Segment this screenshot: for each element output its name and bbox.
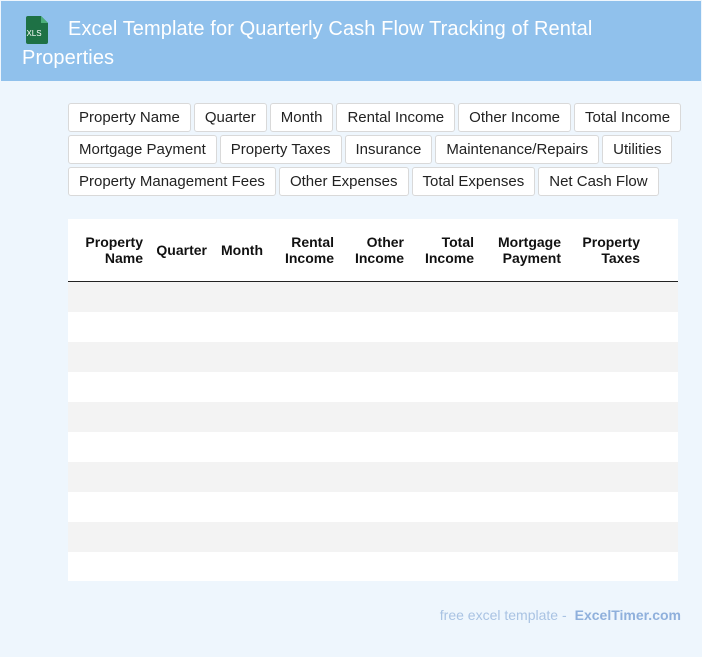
column-tag[interactable]: Other Income	[458, 103, 572, 132]
column-header: Other Income	[355, 234, 404, 266]
table-row[interactable]	[68, 462, 678, 492]
column-header-line: Name	[104, 250, 143, 266]
table-row[interactable]	[68, 282, 678, 312]
page-header: XLS Excel Template for Quarterly Cash Fl…	[1, 1, 701, 81]
column-tag[interactable]: Mortgage Payment	[68, 135, 217, 164]
column-header: Quarter	[156, 242, 207, 258]
column-header-line: Month	[221, 242, 263, 258]
column-tag[interactable]: Quarter	[193, 103, 267, 132]
table-row[interactable]	[68, 312, 678, 342]
table-row[interactable]	[68, 342, 678, 372]
footer-text: free excel template -	[439, 607, 567, 623]
footer: free excel template - ExcelTimer.com	[440, 607, 681, 623]
table-row[interactable]	[68, 522, 678, 552]
column-tag[interactable]: Utilities	[602, 135, 673, 164]
column-tag[interactable]: Net Cash Flow	[538, 167, 659, 196]
column-header-line: Property	[85, 234, 143, 250]
column-header-line: Property	[582, 234, 640, 250]
column-header-line: Income	[424, 250, 474, 266]
column-header: Rental Income	[285, 234, 334, 266]
table-row[interactable]	[68, 372, 678, 402]
table-header: Property Name Quarter Month Rental Income Othe…	[68, 219, 678, 282]
column-header: Month	[221, 242, 263, 258]
column-tag[interactable]: Month	[269, 103, 334, 132]
column-tag[interactable]: Property Name	[68, 103, 191, 132]
column-header-line: Other	[366, 234, 404, 250]
column-header-line: Rental	[291, 234, 334, 250]
table-row[interactable]	[68, 402, 678, 432]
column-header-line: Mortgage	[498, 234, 561, 250]
column-header-line: Payment	[502, 250, 561, 266]
column-tag[interactable]: Maintenance/Repairs	[435, 135, 600, 164]
column-header-line: Total	[441, 234, 474, 250]
column-tag[interactable]: Property Taxes	[219, 135, 342, 164]
column-tag[interactable]: Total Expenses	[411, 167, 536, 196]
column-tag[interactable]: Other Expenses	[278, 167, 409, 196]
footer-brand-link[interactable]: ExcelTimer.com	[575, 607, 681, 623]
column-tag[interactable]: Property Management Fees	[68, 167, 276, 196]
column-tag[interactable]: Insurance	[344, 135, 433, 164]
column-header-line: Income	[284, 250, 334, 266]
column-tag-list: Property Name Quarter Month Rental Income Ot…	[68, 103, 688, 196]
page-title: Excel Template for Quarterly Cash Flow T…	[22, 18, 593, 69]
column-tag[interactable]: Rental Income	[336, 103, 456, 132]
column-header: Property Taxes	[582, 234, 640, 266]
column-tag[interactable]: Total Income	[574, 103, 682, 132]
table-row[interactable]	[68, 552, 678, 581]
column-header-line: Taxes	[601, 250, 640, 266]
table-row[interactable]	[68, 432, 678, 462]
data-table: Property Name Quarter Month Rental Income Othe…	[68, 219, 678, 581]
column-header: Mortgage Payment	[498, 234, 561, 266]
column-header: Total Income	[425, 234, 474, 266]
column-header-line: Income	[354, 250, 404, 266]
column-header-line: Quarter	[156, 242, 207, 258]
table-row[interactable]	[68, 492, 678, 522]
column-header: Property Name	[85, 234, 143, 266]
